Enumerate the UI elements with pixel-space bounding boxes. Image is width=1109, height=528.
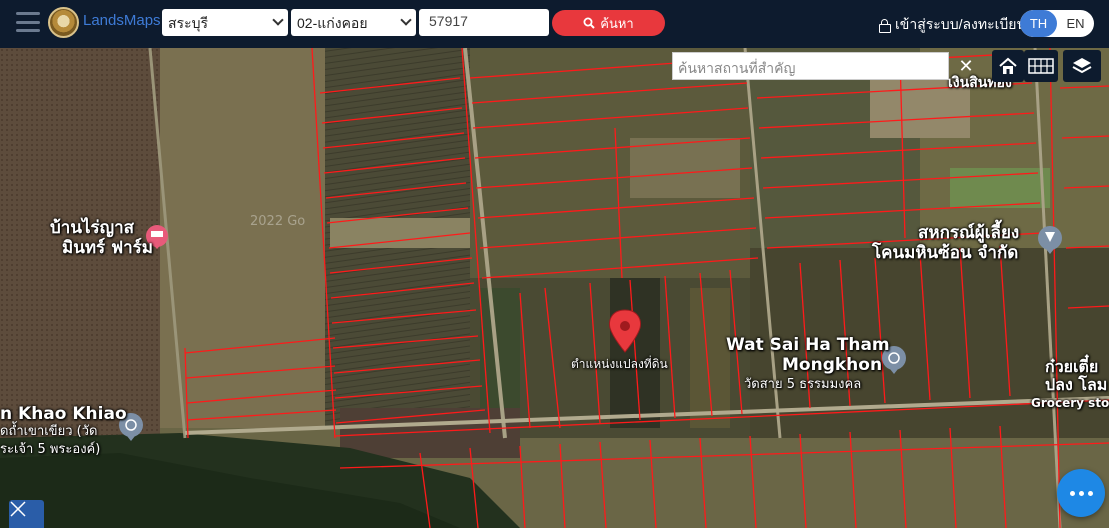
search-icon — [583, 17, 595, 29]
coop-label-line1: สหกรณ์ผู้เลี้ยง — [918, 223, 1020, 243]
map-label-farm: บ้านไร่ญาส มินทร์ ฟาร์ม — [50, 218, 153, 258]
coop-label-line2: โคนมหินซ้อน จำกัด — [872, 243, 1019, 263]
top-navbar: LandsMaps สระบุรี 02-แก่งคอย 57917 ค้นหา… — [0, 0, 1109, 48]
temple-label-th: วัดสาย 5 ธรรมมงคล — [744, 377, 862, 392]
watermark-text: 2022 Go — [250, 214, 306, 229]
clear-search-button[interactable]: ✕ — [952, 52, 980, 80]
map-label-right-shop: ก๋วยเตี๋ย ปลง โลม Grocery sto — [1031, 357, 1109, 412]
layers-icon — [1072, 58, 1092, 74]
grocery-label: Grocery sto — [1031, 396, 1109, 410]
temple-label-en2: Mongkhon — [782, 355, 883, 375]
lock-icon — [879, 18, 891, 33]
measure-tool-button[interactable] — [9, 500, 44, 528]
landsmaps-logo — [48, 7, 79, 38]
lang-th-button[interactable]: TH — [1020, 10, 1057, 37]
layers-button[interactable] — [1063, 50, 1101, 82]
map-label-temple: Wat Sai Ha Tham Mongkhon วัดสาย 5 ธรรมมง… — [726, 335, 890, 395]
farm-label-line2: มินทร์ ฟาร์ม — [62, 238, 154, 258]
ruler-icon — [10, 501, 26, 517]
more-options-button[interactable] — [1057, 469, 1105, 517]
district-value: 02-แก่งคอย — [297, 15, 368, 31]
parcel-number-input[interactable]: 57917 — [419, 9, 549, 36]
farm-label-line1: บ้านไร่ญาส — [50, 218, 135, 238]
hamburger-menu-icon[interactable] — [16, 12, 40, 32]
search-button-label: ค้นหา — [600, 15, 634, 31]
dot-icon — [1069, 490, 1075, 496]
login-label: เข้าสู่ระบบ/ลงทะเบียน — [895, 16, 1027, 32]
khao-khiao-label-th1: ดถ้ำเขาเขียว (วัด — [0, 424, 98, 439]
chevron-down-icon — [400, 14, 412, 26]
dot-icon — [1078, 490, 1084, 496]
grid-toggle-button[interactable] — [1024, 50, 1058, 82]
home-button[interactable] — [992, 50, 1024, 82]
map-label-khao-khiao: n Khao Khiao ดถ้ำเขาเขียว (วัด ระเจ้า 5 … — [0, 405, 127, 459]
grid-icon — [1028, 58, 1054, 74]
home-icon — [999, 57, 1017, 74]
province-value: สระบุรี — [168, 15, 208, 31]
khao-khiao-label-th2: ระเจ้า 5 พระองค์) — [0, 442, 101, 457]
language-toggle: TH EN — [1020, 10, 1094, 37]
search-button[interactable]: ค้นหา — [552, 10, 665, 36]
map-canvas[interactable]: 2022 Go บ้านไร่ญาส มินทร์ ฟาร์ม สหกรณ์ผู… — [0, 48, 1109, 528]
map-label-parcel: ตำแหน่งแปลงที่ดิน — [571, 357, 668, 371]
province-select[interactable]: สระบุรี — [162, 9, 288, 36]
login-link[interactable]: เข้าสู่ระบบ/ลงทะเบียน — [879, 14, 1026, 36]
right-shop-line1: ก๋วยเตี๋ย — [1045, 357, 1099, 376]
satellite-map — [0, 48, 1109, 528]
place-search-input[interactable]: ค้นหาสถานที่สำคัญ — [672, 52, 949, 80]
temple-label-en1: Wat Sai Ha Tham — [726, 335, 890, 355]
chevron-down-icon — [272, 14, 284, 26]
dot-icon — [1087, 490, 1093, 496]
district-select[interactable]: 02-แก่งคอย — [291, 9, 416, 36]
brand-name: LandsMaps — [83, 12, 161, 29]
lang-en-button[interactable]: EN — [1057, 10, 1094, 37]
right-shop-line2: ปลง โลม — [1045, 375, 1108, 394]
map-label-coop: สหกรณ์ผู้เลี้ยง โคนมหินซ้อน จำกัด — [872, 223, 1020, 263]
khao-khiao-label-en: n Khao Khiao — [0, 404, 127, 424]
